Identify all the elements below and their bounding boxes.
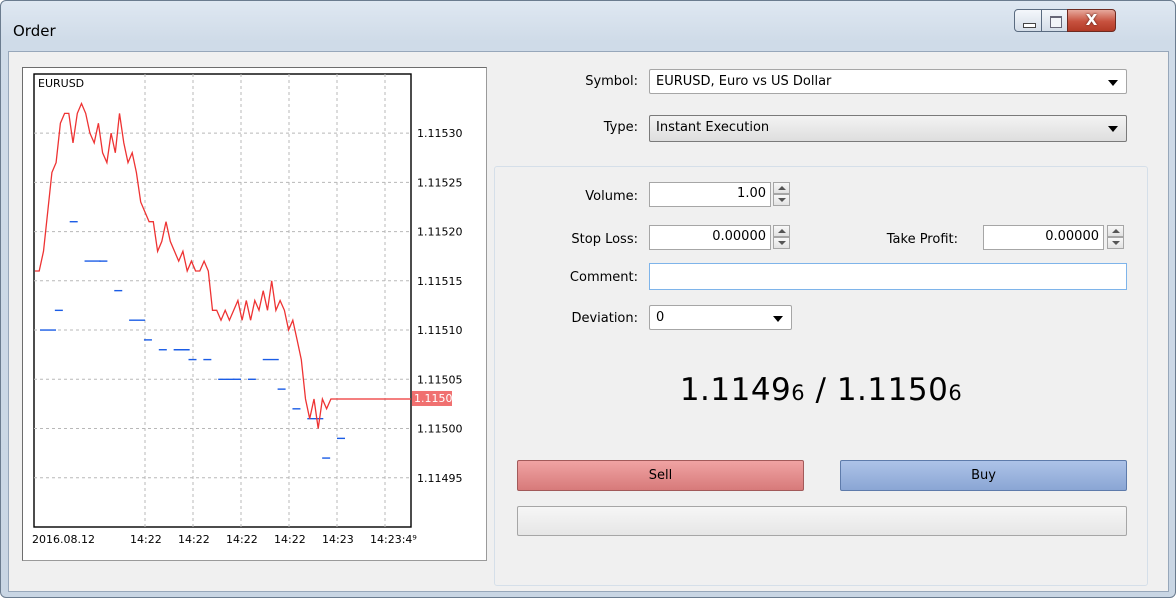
deviation-dropdown[interactable]: 0: [649, 305, 792, 330]
decrement-icon[interactable]: [1107, 237, 1124, 249]
time-tick-label: 14:22: [178, 533, 210, 546]
stop-loss-label: Stop Loss:: [571, 232, 638, 247]
time-tick-label: 2016.08.12: [32, 533, 95, 546]
deviation-label: Deviation:: [571, 311, 638, 326]
take-profit-value: 0.00000: [1045, 229, 1099, 244]
bid-price: 1.1149: [679, 372, 792, 408]
price-tick-label: 1.11500: [417, 423, 463, 436]
price-tick-label: 1.11515: [417, 275, 463, 288]
volume-value: 1.00: [737, 186, 766, 201]
ask-price: 1.1150: [836, 372, 949, 408]
comment-label: Comment:: [569, 270, 638, 285]
minimize-icon[interactable]: [1014, 9, 1042, 32]
take-profit-stepper[interactable]: [1107, 225, 1124, 250]
price-tick-label: 1.11520: [417, 226, 463, 239]
increment-icon[interactable]: [773, 225, 790, 237]
volume-stepper[interactable]: [773, 182, 790, 207]
price-tick-label: 1.11510: [417, 324, 463, 337]
bid-pip: 6: [791, 381, 806, 405]
volume-label: Volume:: [585, 189, 638, 204]
quote-separator: /: [805, 372, 837, 408]
price-tag-text: 1.11506: [414, 392, 460, 405]
current-price-tag: 1.11506: [412, 390, 460, 406]
symbol-label: Symbol:: [585, 74, 638, 89]
price-tick-label: 1.11525: [417, 176, 463, 189]
decrement-icon[interactable]: [773, 194, 790, 206]
stop-loss-stepper[interactable]: [773, 225, 790, 250]
stop-loss-input[interactable]: 0.00000: [649, 225, 771, 250]
increment-icon[interactable]: [773, 182, 790, 194]
symbol-value: EURUSD, Euro vs US Dollar: [656, 74, 832, 89]
price-tick-label: 1.11530: [417, 127, 463, 140]
chevron-down-icon: [773, 316, 783, 322]
take-profit-input[interactable]: 0.00000: [983, 225, 1104, 250]
buy-button[interactable]: Buy: [840, 460, 1127, 491]
type-dropdown[interactable]: Instant Execution: [649, 115, 1127, 142]
time-tick-label: 14:22: [226, 533, 258, 546]
execution-status-bar: [517, 506, 1127, 536]
close-icon[interactable]: X: [1067, 9, 1116, 32]
type-label: Type:: [603, 120, 638, 135]
increment-icon[interactable]: [1107, 225, 1124, 237]
bid-ask-quote: 1.11496 / 1.11506: [494, 372, 1148, 408]
price-tick-label: 1.11505: [417, 373, 463, 386]
type-value: Instant Execution: [656, 120, 770, 135]
price-tick-label: 1.11495: [417, 472, 463, 485]
sell-button[interactable]: Sell: [517, 460, 804, 491]
chevron-down-icon: [1108, 126, 1118, 132]
chart-symbol: EURUSD: [38, 77, 84, 90]
chevron-down-icon: [1108, 80, 1118, 86]
maximize-icon[interactable]: [1041, 9, 1068, 32]
volume-input[interactable]: 1.00: [649, 182, 771, 207]
symbol-dropdown[interactable]: EURUSD, Euro vs US Dollar: [649, 69, 1127, 94]
close-glyph: X: [1085, 11, 1098, 29]
decrement-icon[interactable]: [773, 237, 790, 249]
comment-input[interactable]: [649, 263, 1127, 290]
tick-chart: 1.11530 1.11525 1.11520 1.11515 1.11510 1.115…: [22, 67, 487, 561]
time-tick-label: 14:22: [130, 533, 162, 546]
stop-loss-value: 0.00000: [712, 229, 766, 244]
time-tick-label: 14:22: [274, 533, 306, 546]
window-title: Order: [13, 22, 56, 40]
take-profit-label: Take Profit:: [886, 232, 958, 247]
time-tick-label: 14:23: [322, 533, 354, 546]
plot-area: [33, 73, 412, 528]
title-bar[interactable]: Order X: [1, 1, 1175, 51]
ask-pip: 6: [948, 381, 963, 405]
time-tick-label: 14:23:4⁹: [370, 533, 417, 546]
deviation-value: 0: [656, 310, 665, 325]
tick-chart-svg: 1.11530 1.11525 1.11520 1.11515 1.11510 1.115…: [32, 73, 463, 546]
